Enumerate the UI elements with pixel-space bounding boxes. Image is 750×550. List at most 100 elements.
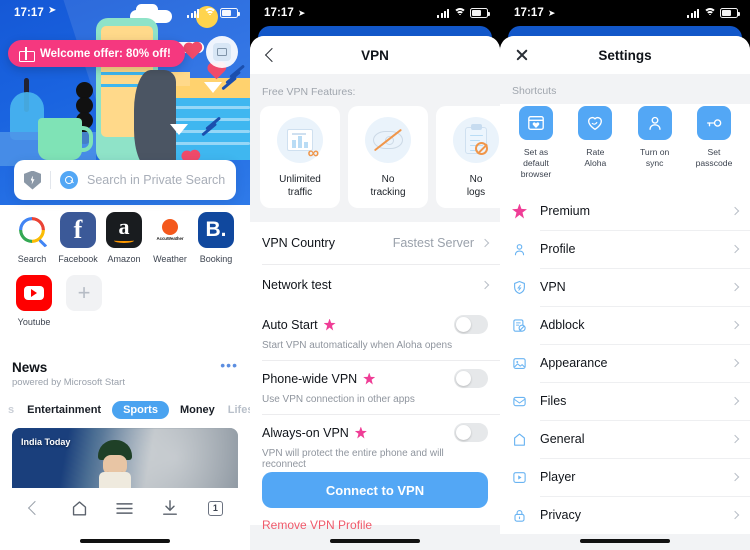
- shortcut-booking[interactable]: B. Booking: [194, 212, 238, 264]
- wifi-icon: [453, 8, 466, 18]
- feature-label: Unlimited traffic: [279, 174, 321, 198]
- shortcut-label: Amazon: [107, 254, 141, 264]
- row-auto-start[interactable]: Auto Start Start VPN automatically when …: [250, 306, 500, 360]
- status-bar: 17:17 ➤: [250, 0, 500, 26]
- row-always-on-vpn[interactable]: Always-on VPN VPN will protect the entir…: [250, 414, 500, 479]
- row-label: Auto Start: [262, 317, 318, 332]
- settings-shortcut-grid: Set as default browser Rate Aloha Turn o…: [500, 104, 750, 192]
- more-horizontal-icon[interactable]: •••: [220, 358, 238, 372]
- shortcut-label: Turn on sync: [640, 147, 670, 168]
- shield-icon: [512, 280, 540, 295]
- browser-toolbar: 1: [0, 488, 250, 528]
- camera-badge-icon: [206, 36, 238, 68]
- home-indicator: [80, 539, 170, 543]
- settings-item-privacy[interactable]: Privacy: [500, 496, 750, 534]
- search-bar[interactable]: Search in Private Search: [14, 160, 236, 200]
- close-button[interactable]: [500, 36, 544, 74]
- heart-shield-icon: [578, 106, 613, 140]
- shortcut-weather[interactable]: AccuWeather Weather: [148, 212, 192, 264]
- plus-icon: +: [66, 275, 102, 311]
- phone-wide-vpn-toggle[interactable]: [454, 369, 488, 388]
- settings-item-appearance[interactable]: Appearance: [500, 344, 750, 382]
- shortcut-label: Rate Aloha: [584, 147, 607, 168]
- settings-item-premium[interactable]: Premium: [500, 192, 750, 230]
- settings-item-adblock[interactable]: Adblock: [500, 306, 750, 344]
- download-icon[interactable]: [155, 495, 185, 521]
- image-icon: [512, 356, 540, 371]
- settings-item-label: Player: [540, 470, 576, 484]
- shortcut-add[interactable]: +: [60, 275, 108, 327]
- home-indicator: [330, 539, 420, 543]
- cellular-signal-icon: [687, 8, 699, 18]
- chevron-right-icon: [730, 510, 740, 520]
- status-time: 17:17: [14, 7, 44, 19]
- news-tab-cut[interactable]: s: [6, 401, 16, 419]
- shortcut-label: Set as default browser: [520, 147, 552, 179]
- chevron-left-icon[interactable]: [20, 495, 50, 521]
- row-phone-wide-vpn[interactable]: Phone-wide VPN Use VPN connection in oth…: [250, 360, 500, 414]
- shortcut-set-default-browser[interactable]: Set as default browser: [510, 106, 562, 180]
- tab-count-icon[interactable]: 1: [200, 495, 230, 521]
- news-tab-entertainment[interactable]: Entertainment: [25, 401, 103, 419]
- chevron-right-icon: [730, 320, 740, 330]
- facebook-icon: f: [60, 212, 96, 248]
- close-icon: [515, 48, 529, 62]
- lock-icon: [512, 508, 540, 523]
- always-on-vpn-toggle[interactable]: [454, 423, 488, 442]
- news-tab-money[interactable]: Money: [178, 401, 217, 419]
- row-network-test[interactable]: Network test: [250, 264, 500, 306]
- premium-star-icon: [323, 318, 336, 331]
- shortcut-search[interactable]: Search: [10, 212, 54, 264]
- clipboard-blocked-icon: [453, 117, 499, 163]
- row-description: Use VPN connection in other apps: [262, 394, 415, 405]
- shortcut-grid: Search f Facebook a Amazon AccuWeather W…: [0, 212, 250, 327]
- settings-item-profile[interactable]: Profile: [500, 230, 750, 268]
- shield-icon[interactable]: [24, 170, 41, 190]
- chevron-right-icon: [730, 358, 740, 368]
- chevron-right-icon: [730, 434, 740, 444]
- settings-item-files[interactable]: Files: [500, 382, 750, 420]
- location-arrow-icon: ➤: [297, 7, 306, 18]
- chevron-left-icon: [264, 47, 280, 63]
- home-icon: [512, 432, 540, 447]
- shortcut-youtube[interactable]: Youtube: [10, 275, 58, 327]
- auto-start-toggle[interactable]: [454, 315, 488, 334]
- home-icon[interactable]: [65, 495, 95, 521]
- shortcut-facebook[interactable]: f Facebook: [56, 212, 100, 264]
- key-icon: [696, 106, 731, 140]
- shortcut-label: Weather: [153, 254, 187, 264]
- person-icon: [637, 106, 672, 140]
- hamburger-menu-icon[interactable]: [110, 495, 140, 521]
- news-category-tabs[interactable]: s Entertainment Sports Money Lifestyle: [0, 401, 250, 419]
- status-time: 17:17: [264, 7, 294, 19]
- back-button[interactable]: [250, 36, 294, 74]
- person-icon: [512, 242, 540, 257]
- player-icon: [512, 470, 540, 485]
- shortcut-label: Youtube: [17, 317, 51, 327]
- row-value: Fastest Server: [392, 236, 474, 250]
- shortcut-amazon[interactable]: a Amazon: [102, 212, 146, 264]
- offer-label: Welcome offer: 80% off!: [40, 47, 171, 60]
- chevron-right-icon: [730, 206, 740, 216]
- settings-item-player[interactable]: Player: [500, 458, 750, 496]
- settings-item-general[interactable]: General: [500, 420, 750, 458]
- premium-star-icon: [354, 426, 367, 439]
- news-tab-lifestyle[interactable]: Lifestyle: [226, 401, 250, 419]
- shortcut-set-passcode[interactable]: Set passcode: [688, 106, 740, 180]
- news-card-source: India Today: [21, 437, 71, 447]
- shortcut-turn-on-sync[interactable]: Turn on sync: [629, 106, 681, 180]
- location-arrow-icon: ➤: [48, 5, 57, 16]
- row-vpn-country[interactable]: VPN Country Fastest Server: [250, 222, 500, 264]
- news-tab-sports[interactable]: Sports: [112, 401, 169, 419]
- settings-item-vpn[interactable]: VPN: [500, 268, 750, 306]
- settings-item-label: Appearance: [540, 356, 608, 370]
- panel-browser-home: 17:17 ➤ Welcome offer: 80% off! Search i…: [0, 0, 250, 550]
- shortcut-rate-aloha[interactable]: Rate Aloha: [569, 106, 621, 180]
- welcome-offer-banner[interactable]: Welcome offer: 80% off!: [8, 40, 185, 67]
- settings-list: Premium Profile VPN Adblock Appearance F…: [500, 192, 750, 534]
- panel-settings: 17:17 ➤ Settings Shortcuts Set as defaul…: [500, 0, 750, 550]
- remove-vpn-profile-link[interactable]: Remove VPN Profile: [262, 518, 372, 532]
- connect-to-vpn-button[interactable]: Connect to VPN: [262, 472, 488, 508]
- divider: [50, 171, 51, 189]
- location-arrow-icon: ➤: [547, 7, 556, 18]
